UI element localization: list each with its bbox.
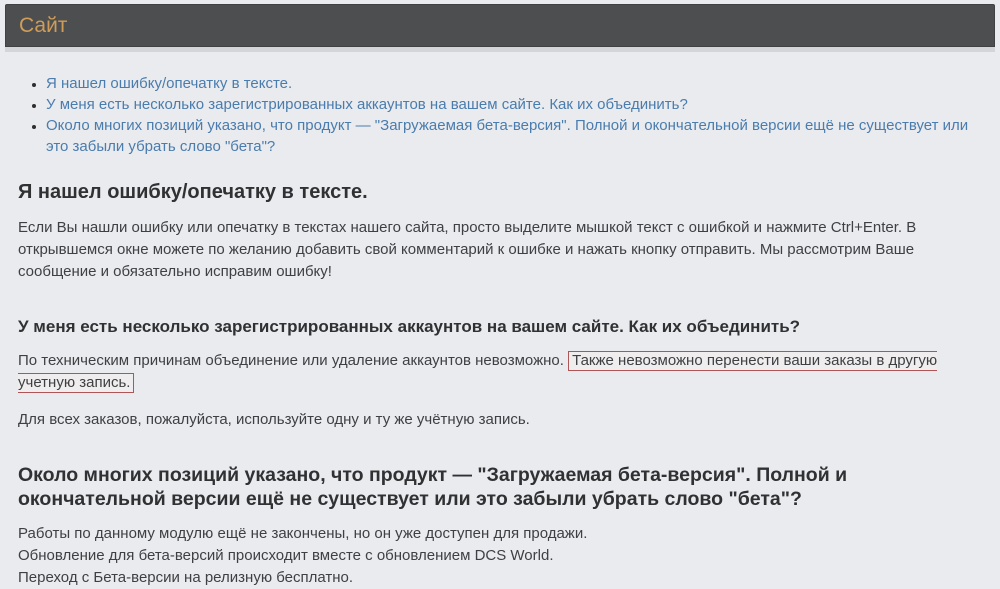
section-heading-accounts: У меня есть несколько зарегистрированных… — [18, 317, 801, 336]
beta-line-3: Переход с Бета-версии на релизную беспла… — [18, 569, 354, 586]
faq-link-typo[interactable]: Я нашел ошибку/опечатку в тексте. — [46, 75, 292, 92]
section-body-typo: Если Вы нашли ошибку или опечатку в текс… — [18, 219, 917, 280]
section-heading-typo: Я нашел ошибку/опечатку в тексте. — [18, 181, 368, 203]
faq-link-beta[interactable]: Около многих позиций указано, что продук… — [46, 117, 968, 155]
section-body-accounts: По техническим причинам объединение или … — [18, 350, 970, 394]
section-heading-beta: Около многих позиций указано, что продук… — [18, 464, 848, 510]
list-item: Я нашел ошибку/опечатку в тексте. — [46, 73, 980, 94]
content-area: Я нашел ошибку/опечатку в тексте. У меня… — [0, 52, 1000, 589]
beta-line-1: Работы по данному модулю ещё не закончен… — [18, 525, 588, 542]
list-item: Около многих позиций указано, что продук… — [46, 115, 980, 157]
beta-line-2: Обновление для бета-версий происходит вм… — [18, 547, 554, 564]
faq-page: Сайт Я нашел ошибку/опечатку в тексте. У… — [0, 4, 1000, 589]
faq-link-list: Я нашел ошибку/опечатку в тексте. У меня… — [18, 73, 980, 157]
section-body-beta: Работы по данному модулю ещё не закончен… — [18, 523, 970, 589]
faq-link-accounts[interactable]: У меня есть несколько зарегистрированных… — [46, 96, 688, 113]
accounts-text: По техническим причинам объединение или … — [18, 352, 564, 369]
section-body-accounts-2: Для всех заказов, пожалуйста, используйт… — [18, 411, 530, 428]
page-title: Сайт — [19, 13, 68, 37]
list-item: У меня есть несколько зарегистрированных… — [46, 94, 980, 115]
section-header-bar: Сайт — [5, 4, 995, 47]
